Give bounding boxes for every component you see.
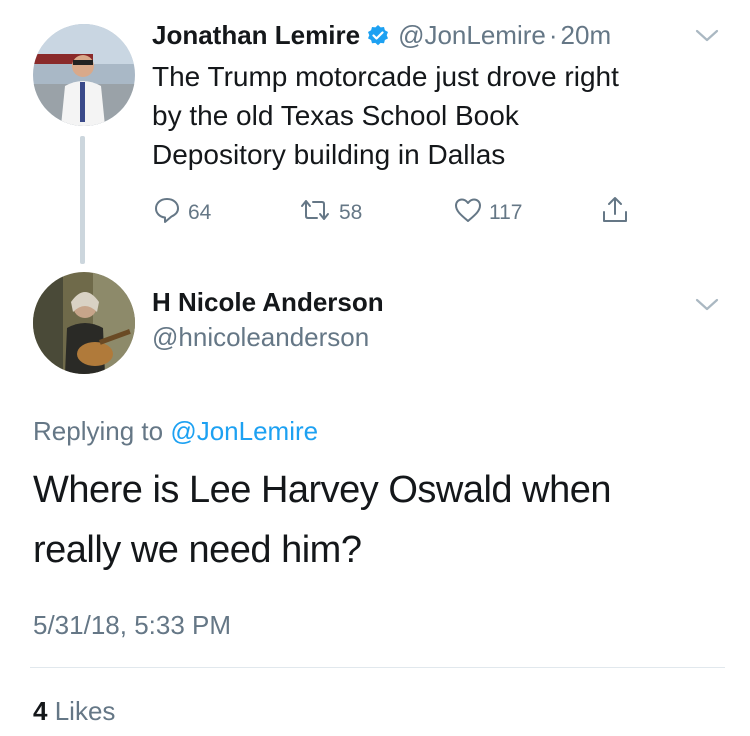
- parent-header: Jonathan Lemire @JonLemire · 20m: [152, 20, 611, 51]
- tweet-line: Where is Lee Harvey Oswald when: [33, 469, 611, 511]
- retweet-action[interactable]: 58: [297, 195, 362, 231]
- reply-action[interactable]: 64: [152, 195, 211, 231]
- likes-label: Likes: [54, 696, 116, 726]
- reply-avatar[interactable]: [33, 272, 135, 374]
- tweet-line: Depository building in Dallas: [152, 139, 506, 170]
- thread-connector: [80, 136, 85, 264]
- like-count: 117: [489, 201, 523, 224]
- retweet-icon: [297, 195, 333, 231]
- reply-icon: [152, 195, 182, 231]
- parent-author-name[interactable]: Jonathan Lemire: [152, 20, 360, 51]
- tweet-line: really we need him?: [33, 529, 362, 571]
- reply-count: 64: [188, 201, 212, 224]
- divider: [30, 667, 725, 668]
- time-separator: ·: [548, 20, 558, 50]
- likes-count: 4: [33, 696, 48, 726]
- replying-prefix: Replying to: [33, 416, 164, 446]
- tweet-line: The Trump motorcade just drove right: [152, 61, 619, 92]
- reply-author-name[interactable]: H Nicole Anderson: [152, 287, 384, 318]
- share-icon[interactable]: [599, 194, 631, 231]
- like-action[interactable]: 117: [453, 195, 522, 231]
- like-icon: [453, 195, 483, 231]
- parent-time[interactable]: 20m: [561, 20, 612, 51]
- retweet-count: 58: [339, 201, 363, 224]
- parent-handle[interactable]: @JonLemire: [398, 20, 546, 51]
- tweet-line: by the old Texas School Book: [152, 100, 519, 131]
- chevron-down-icon[interactable]: [692, 295, 722, 315]
- parent-avatar[interactable]: [33, 24, 135, 126]
- verified-badge-icon: [366, 24, 390, 48]
- reply-tweet-text: Where is Lee Harvey Oswald when really w…: [33, 460, 723, 580]
- likes-summary[interactable]: 4 Likes: [33, 696, 115, 727]
- chevron-down-icon[interactable]: [692, 26, 722, 46]
- replying-to: Replying to @JonLemire: [33, 416, 318, 447]
- reply-handle[interactable]: @hnicoleanderson: [152, 322, 369, 353]
- replying-to-link[interactable]: @JonLemire: [170, 416, 318, 446]
- timestamp: 5/31/18, 5:33 PM: [33, 610, 232, 640]
- parent-tweet-text: The Trump motorcade just drove right by …: [152, 57, 712, 174]
